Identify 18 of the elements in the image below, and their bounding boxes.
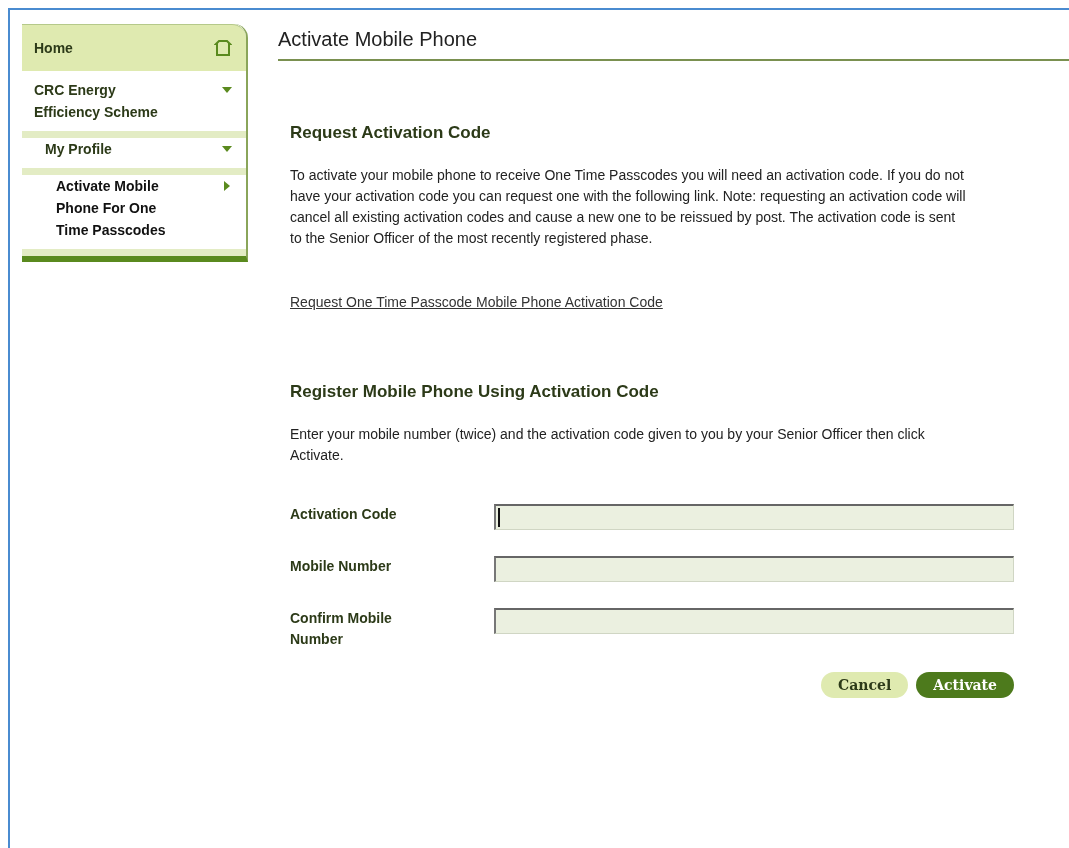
caret-down-icon[interactable] <box>222 85 232 95</box>
home-icon <box>214 40 232 56</box>
field-label: Confirm Mobile Number <box>290 609 393 649</box>
section-heading: Request Activation Code <box>290 123 492 143</box>
input-field[interactable] <box>494 556 1014 582</box>
field-label: Mobile Number <box>290 557 393 576</box>
paragraph: Enter your mobile number (twice) and the activation code given to you by your Senior Officer then click Activate. <box>290 425 926 465</box>
paragraph: To activate your mobile phone to receive One Time Passcodes you will need an activation code. If you do not have your activation code you can request one with the following link. Note: requesting an activation code will cancel all existing activation codes and cause a new one to be reissued by post. The activation code is sent to the Senior Officer of the most recently registered phase. <box>290 166 967 248</box>
activation-code-link[interactable]: Request One Time Passcode Mobile Phone Activation Code <box>290 294 663 310</box>
section-heading: Register Mobile Phone Using Activation Code <box>290 382 660 402</box>
page-title: Activate Mobile Phone <box>278 28 1069 61</box>
input-field[interactable] <box>494 504 1014 530</box>
input-field[interactable] <box>494 608 1014 634</box>
field-label: Activation Code <box>290 505 398 524</box>
cancel-button[interactable]: Cancel <box>821 672 909 698</box>
caret-down-icon[interactable] <box>222 144 232 154</box>
activate-button[interactable]: Activate <box>916 672 1014 698</box>
caret-right-icon[interactable] <box>222 181 232 191</box>
